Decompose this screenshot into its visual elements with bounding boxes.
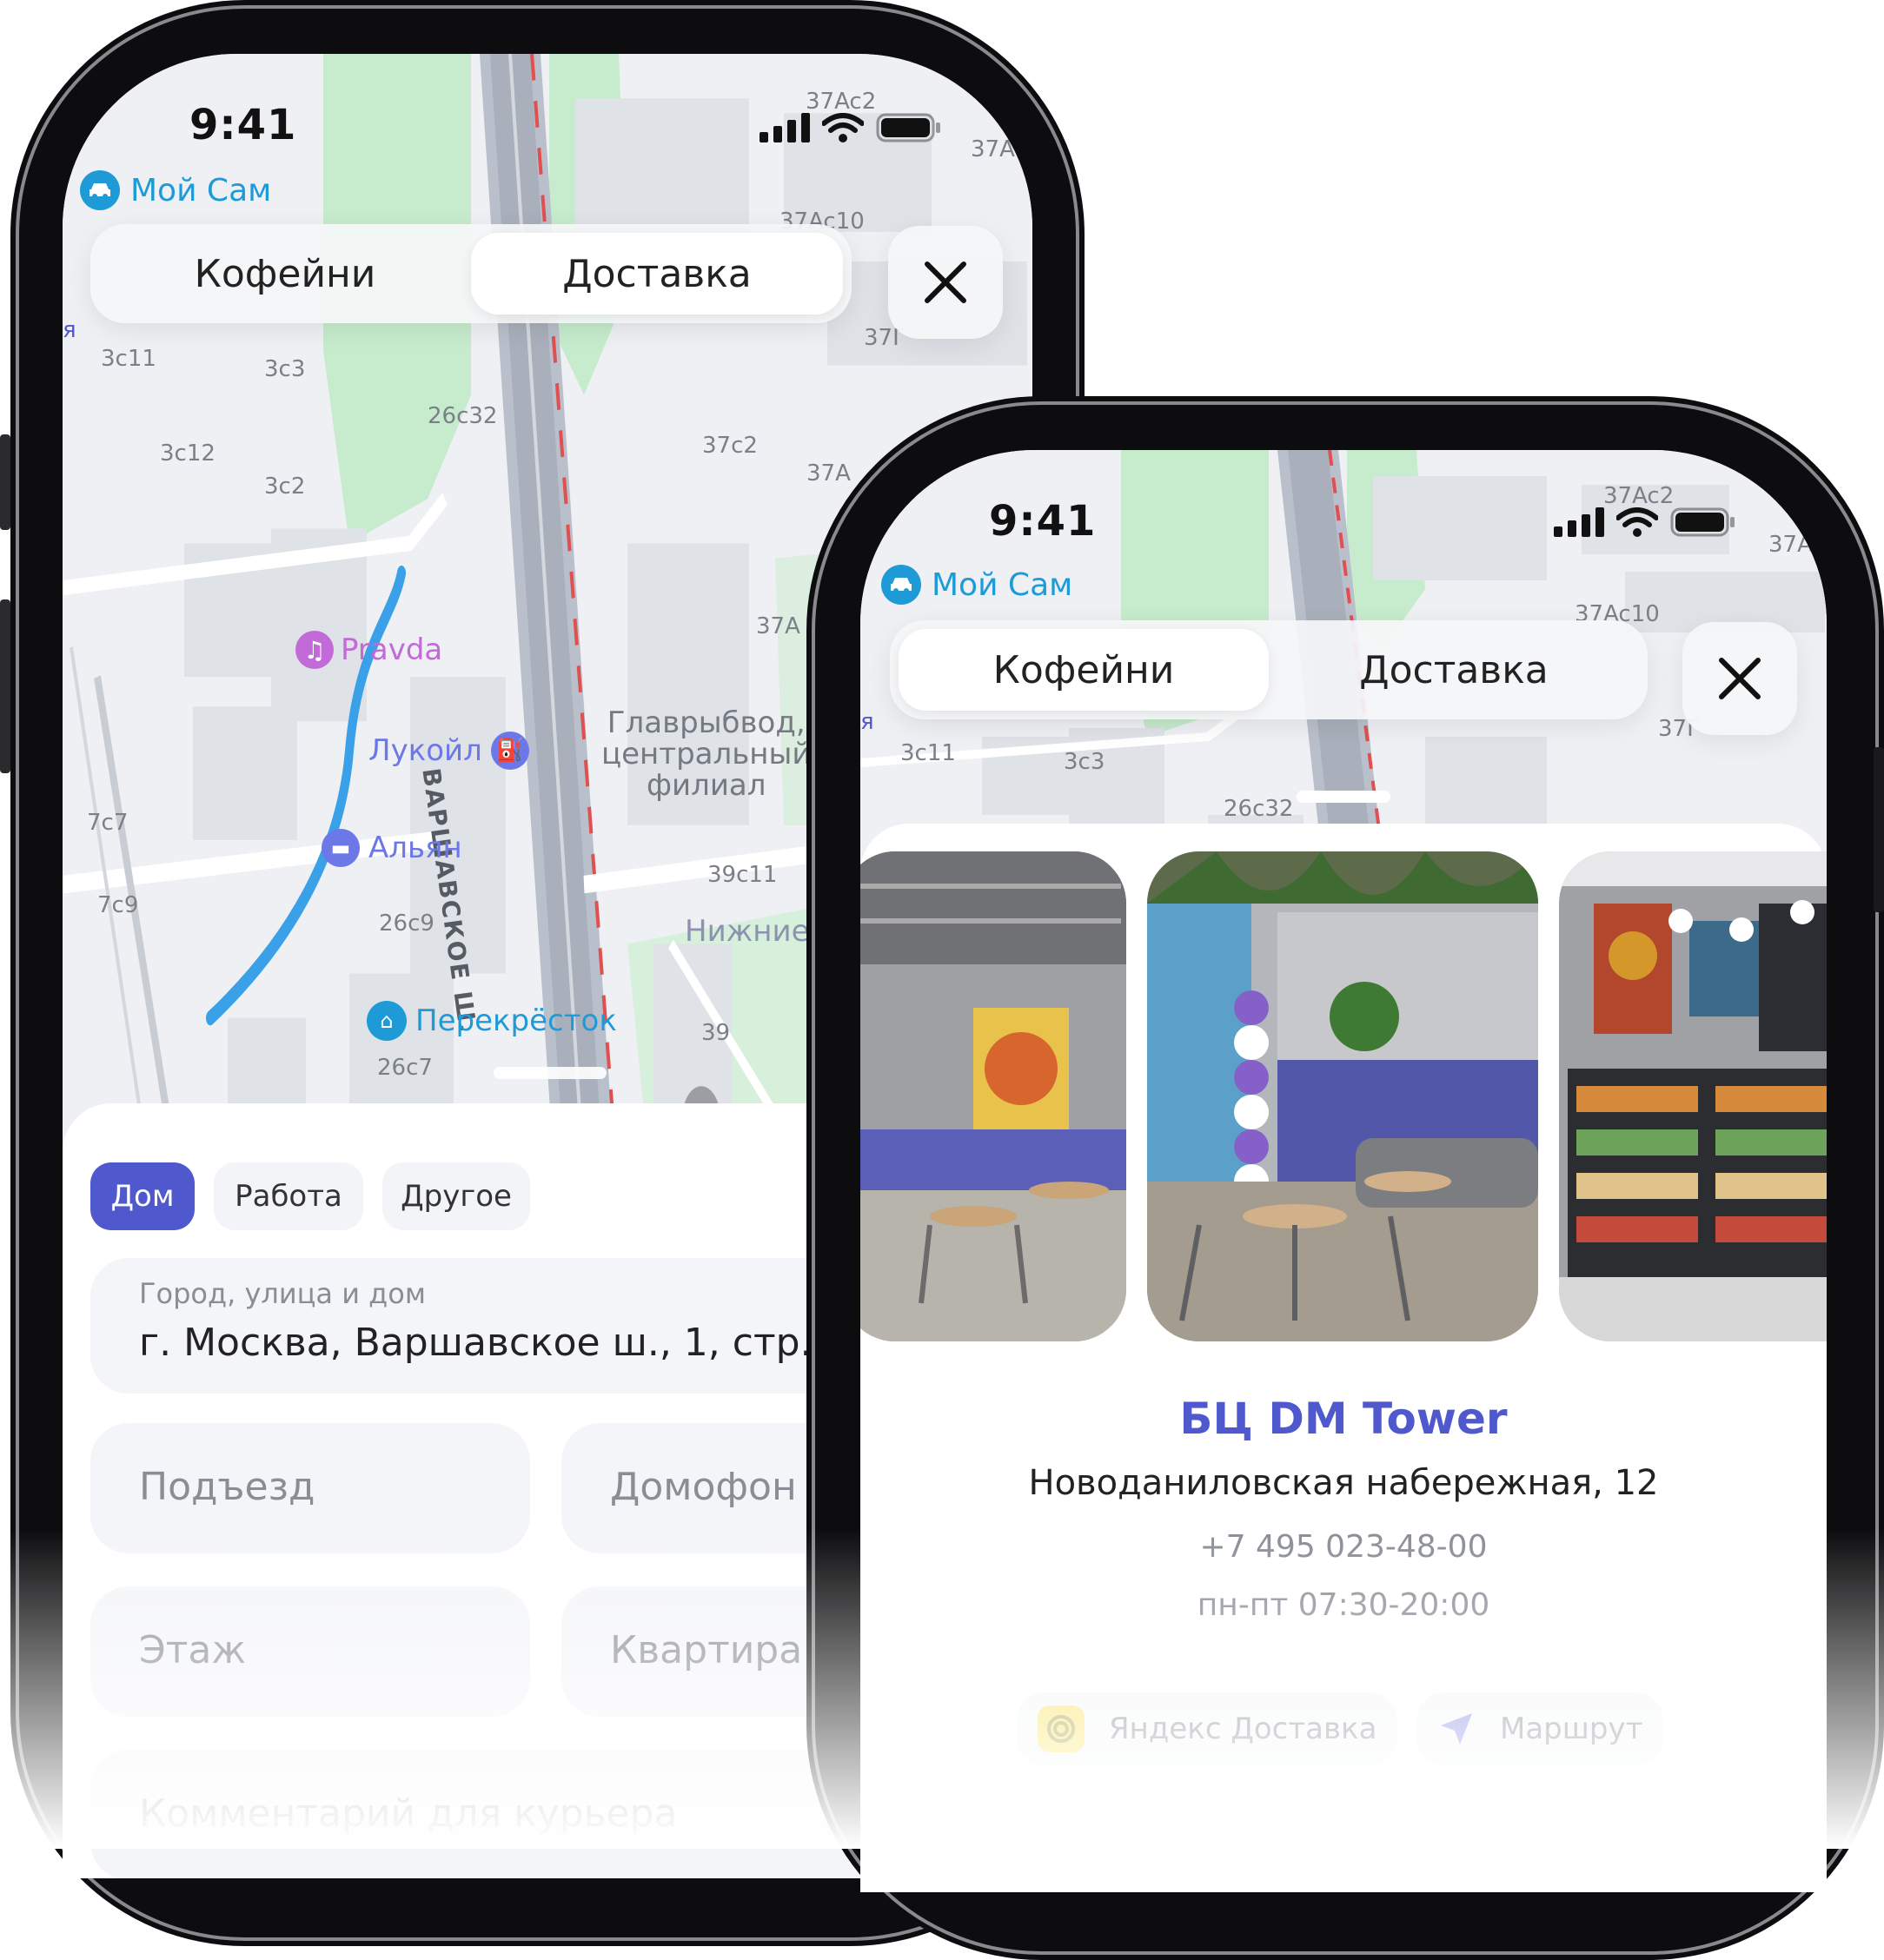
- poi-lukoil[interactable]: Лукойл ⛽: [368, 732, 529, 770]
- poi-label: Нижние: [685, 914, 810, 949]
- poi-label: Перекрёсток: [415, 1003, 617, 1038]
- signal-icon: [760, 113, 810, 142]
- status-icons: [760, 113, 942, 142]
- close-icon: [1719, 658, 1761, 699]
- tab-coffee-shops[interactable]: Кофейни: [899, 629, 1269, 711]
- yandex-delivery-label: Яндекс Доставка: [1109, 1712, 1377, 1746]
- place-name: БЦ DM Tower: [1179, 1394, 1508, 1444]
- map-label: 26c32: [1224, 796, 1294, 822]
- map-label: 3c12: [160, 440, 216, 467]
- poi-label: филиал: [646, 768, 766, 803]
- volume-button: [0, 434, 10, 530]
- close-icon: [925, 262, 966, 303]
- map-label: 3c11: [101, 346, 156, 372]
- hotel-icon: ▬: [322, 829, 360, 867]
- floor-placeholder: Этаж: [139, 1628, 246, 1672]
- tab-delivery[interactable]: Доставка: [1269, 629, 1639, 711]
- mode-switch: Кофейни Доставка: [890, 620, 1648, 719]
- address-field-label: Город, улица и дом: [139, 1277, 427, 1310]
- brand-name: Мой Сам: [130, 172, 272, 209]
- signal-icon: [1554, 507, 1604, 537]
- tab-delivery[interactable]: Доставка: [471, 233, 843, 315]
- wifi-icon: [822, 113, 864, 142]
- cafe-interior-photo-1[interactable]: [860, 851, 1126, 1341]
- entrance-field[interactable]: Подъезд: [90, 1423, 530, 1553]
- close-button[interactable]: [1682, 622, 1797, 735]
- intercom-placeholder: Домофон: [610, 1465, 797, 1509]
- map-label: 7c9: [97, 892, 139, 918]
- battery-icon: [1670, 507, 1735, 537]
- status-time: 9:41: [189, 101, 297, 149]
- route-label: Маршрут: [1500, 1712, 1643, 1746]
- poi-perekrestok[interactable]: ⌂ Перекрёсток: [367, 1001, 617, 1041]
- map-label: 37c2: [702, 433, 758, 459]
- map-label: 39: [701, 1020, 731, 1046]
- tab-coffee-shops[interactable]: Кофейни: [99, 233, 471, 315]
- chip-home[interactable]: Дом: [90, 1162, 195, 1230]
- map-label: я: [860, 709, 874, 735]
- chip-other[interactable]: Другое: [382, 1162, 530, 1230]
- mode-switch: Кофейни Доставка: [90, 224, 852, 323]
- place-sheet: БЦ DM Tower Новоданиловская набережная, …: [860, 791, 1827, 1892]
- route-arrow-icon: [1437, 1710, 1476, 1748]
- cafe-interior-photo-2[interactable]: [1147, 851, 1538, 1341]
- entrance-placeholder: Подъезд: [139, 1465, 315, 1509]
- poi-glavryba[interactable]: Главрыбвод, центральный филиал: [601, 707, 811, 801]
- place-address: Новоданиловская набережная, 12: [1028, 1463, 1659, 1503]
- place-info: БЦ DM Tower Новоданиловская набережная, …: [860, 1394, 1827, 1623]
- address-field-value: г. Москва, Варшавское ш., 1, стр. 1: [139, 1321, 849, 1365]
- status-time: 9:41: [989, 497, 1097, 546]
- fuel-icon: ⛽: [490, 732, 529, 770]
- brand-name: Мой Сам: [932, 566, 1073, 603]
- map-label: 7c7: [87, 810, 129, 836]
- poi-label: Альян: [368, 831, 462, 865]
- place-hours: пн-пт 07:30-20:00: [1197, 1587, 1490, 1623]
- cafe-interior-photo-3[interactable]: [1559, 851, 1827, 1341]
- floor-field[interactable]: Этаж: [90, 1586, 530, 1717]
- music-note-icon: ♫: [295, 631, 334, 669]
- sheet-grabber[interactable]: [1297, 791, 1390, 803]
- map-label: 26c32: [428, 403, 498, 429]
- map-label: 26c9: [379, 910, 435, 937]
- poi-label: Лукойл: [368, 733, 482, 768]
- volume-button: [0, 599, 10, 773]
- map-label: 3c2: [264, 473, 306, 500]
- map-label: 3c3: [1064, 749, 1105, 775]
- route-button[interactable]: Маршрут: [1416, 1692, 1664, 1765]
- car-icon: [881, 565, 921, 605]
- map-label: 39c11: [707, 862, 778, 888]
- poi-label: Главрыбвод,: [607, 705, 806, 740]
- map-label: 3c11: [900, 740, 956, 766]
- yandex-delivery-icon: [1038, 1705, 1085, 1752]
- screen-right: 37Ac2 37Ac 37Ac10 я 37Г 3c11 3c3 26c32 9…: [860, 450, 1827, 1892]
- poi-label: Pravda: [341, 632, 443, 667]
- yandex-delivery-button[interactable]: Яндекс Доставка: [1017, 1692, 1398, 1765]
- map-label: 3c3: [264, 356, 306, 382]
- poi-label: центральный: [601, 737, 812, 771]
- map-label: 37A: [806, 460, 851, 487]
- courier-comment-placeholder: Комментарий для курьера: [139, 1791, 678, 1836]
- close-button[interactable]: [888, 226, 1003, 339]
- apartment-placeholder: Квартира: [610, 1628, 803, 1672]
- status-bar: 9:41: [63, 54, 1032, 175]
- map-label: 26c7: [377, 1055, 433, 1081]
- battery-icon: [876, 113, 940, 142]
- status-icons: [1554, 507, 1736, 537]
- sheet-grabber[interactable]: [494, 1067, 607, 1079]
- brand-logo: Мой Сам: [881, 565, 1072, 605]
- map-label: я: [63, 317, 76, 343]
- place-phone[interactable]: +7 495 023-48-00: [860, 1529, 1827, 1565]
- brand-logo: Мой Сам: [80, 170, 271, 210]
- wifi-icon: [1616, 507, 1658, 537]
- shopping-basket-icon: ⌂: [367, 1001, 407, 1041]
- status-bar: 9:41: [860, 450, 1827, 572]
- poi-alyans[interactable]: ▬ Альян: [322, 829, 462, 867]
- poi-pravda[interactable]: ♫ Pravda: [295, 631, 442, 669]
- map-label: 37A: [756, 613, 800, 639]
- side-button: [1874, 747, 1884, 912]
- chip-work[interactable]: Работа: [214, 1162, 363, 1230]
- car-icon: [80, 170, 120, 210]
